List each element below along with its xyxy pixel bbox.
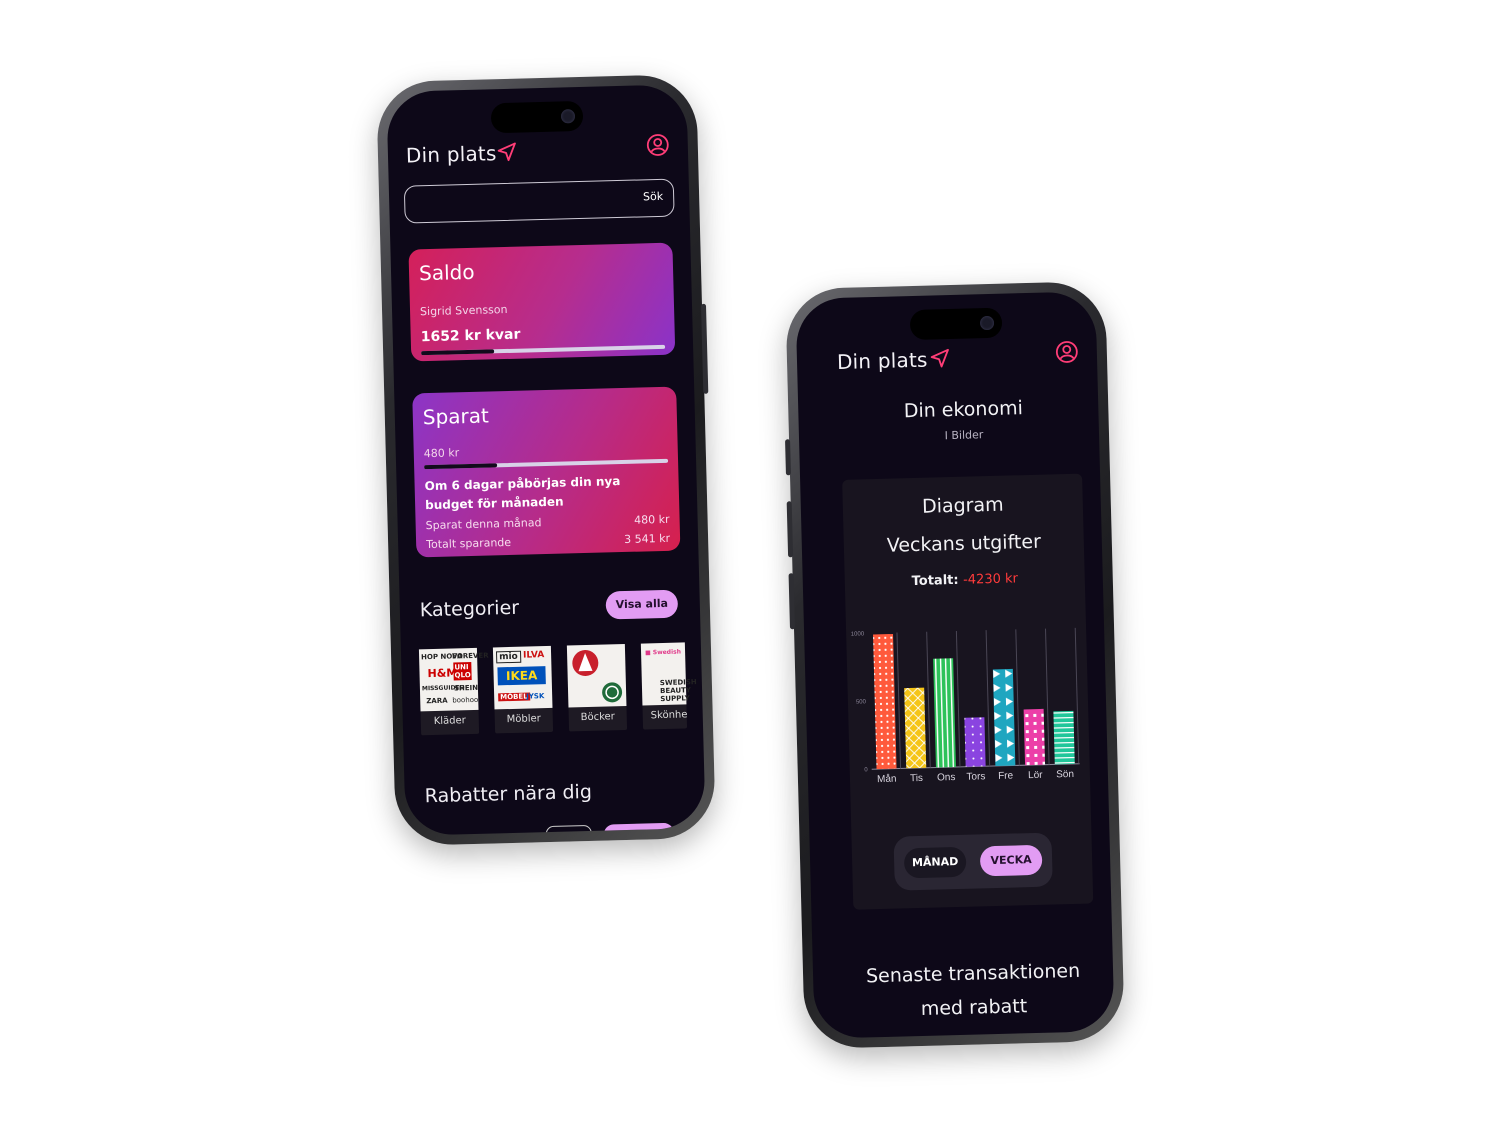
- weekly-expenses-chart: 0 500 1000 Mån Tis Ons Tors Fre Lör Sön: [851, 627, 1080, 786]
- discount-filter-button[interactable]: [545, 824, 593, 836]
- discounts-title: Rabatter nära dig: [424, 780, 593, 808]
- latest-transaction-title: Senaste transaktionen med rabatt: [833, 953, 1115, 1028]
- month-toggle-button[interactable]: MÅNAD: [903, 846, 967, 879]
- economy-title: Din ekonomi: [903, 397, 1024, 423]
- bar-lör: [1023, 708, 1046, 766]
- saved-total-label: Totalt sparande: [426, 535, 512, 552]
- navigation-arrow-icon[interactable]: [929, 347, 952, 370]
- x-tick-label: Tors: [966, 771, 985, 782]
- week-toggle-button[interactable]: VECKA: [979, 844, 1043, 877]
- economy-screen: Din plats Din ekonomi I Bilder Diagram V…: [795, 291, 1115, 1039]
- weekly-total: Totalt: -4230 kr: [845, 570, 1085, 591]
- bar-sön: [1053, 710, 1075, 765]
- location-title: Din plats: [405, 141, 497, 168]
- bar-tis: [904, 687, 927, 769]
- category-label: Kläder: [433, 715, 466, 728]
- discount-map-button[interactable]: [603, 822, 675, 836]
- bar-mån: [873, 633, 897, 770]
- saved-total-row: Totalt sparande 3 541 kr: [426, 532, 670, 551]
- chart-panel-subtitle: Veckans utgifter: [886, 530, 1042, 557]
- category-label: Möbler: [506, 713, 541, 726]
- saldo-title: Saldo: [418, 259, 475, 286]
- grid-line: [955, 630, 961, 767]
- sparat-progress-bar: [424, 458, 669, 470]
- budget-message: Om 6 dagar påbörjas din nya budget för m…: [424, 474, 621, 513]
- x-tick-label: Sön: [1056, 769, 1074, 780]
- header: Din plats: [405, 129, 670, 176]
- category-beauty[interactable]: ■ Swedish SWEDISH BEAUTY SUPPLY Skönhe: [640, 642, 697, 730]
- home-screen: Din plats Sök Saldo Sigrid Svensson 1652…: [386, 84, 706, 836]
- total-value: -4230 kr: [962, 571, 1019, 588]
- show-all-button[interactable]: Visa alla: [605, 589, 679, 620]
- chart-panel: Diagram Veckans utgifter Totalt: -4230 k…: [842, 473, 1094, 910]
- x-tick-label: Mån: [877, 773, 897, 786]
- saldo-card[interactable]: Saldo Sigrid Svensson 1652 kr kvar: [408, 242, 676, 362]
- sparat-amount: 480 kr: [423, 446, 460, 461]
- search-input[interactable]: [414, 186, 630, 217]
- header: Din plats: [837, 336, 1080, 382]
- saldo-progress-bar: [421, 344, 666, 356]
- clothes-logos: HOP NOVA FOREVER H&M UNI QLO MISSGUIDED S…: [418, 647, 489, 712]
- bar-tors: [964, 717, 986, 767]
- books-logos: [566, 643, 627, 708]
- categories-title: Kategorier: [419, 596, 520, 622]
- grid-line: [1074, 627, 1080, 764]
- saved-month-value: 480 kr: [634, 512, 670, 527]
- x-tick-label: Tis: [910, 773, 923, 784]
- y-tick-label: 0: [864, 767, 868, 773]
- location-title: Din plats: [836, 347, 928, 374]
- chart-panel-title: Diagram: [921, 493, 1004, 518]
- action-button: [785, 439, 791, 476]
- user-circle-icon[interactable]: [1055, 340, 1080, 365]
- bar-fre: [992, 668, 1016, 766]
- saved-month-label: Sparat denna månad: [425, 516, 542, 533]
- category-books[interactable]: Böcker: [566, 643, 628, 732]
- beauty-logos: ■ Swedish SWEDISH BEAUTY SUPPLY: [640, 642, 697, 706]
- sparat-title: Sparat: [422, 403, 490, 430]
- power-button: [700, 303, 709, 394]
- period-toggle: MÅNAD VECKA: [893, 832, 1053, 891]
- saldo-progress-fill: [421, 349, 495, 356]
- category-label: Skönhe: [650, 709, 688, 722]
- search-bar: Sök: [403, 178, 675, 224]
- navigation-arrow-icon[interactable]: [496, 141, 519, 164]
- sparat-card[interactable]: Sparat 480 kr Om 6 dagar påbörjas din ny…: [412, 386, 681, 558]
- sparat-progress-fill: [424, 463, 498, 470]
- x-tick-label: Lör: [1028, 770, 1043, 781]
- dynamic-island: [909, 307, 1003, 341]
- volume-down-button: [788, 573, 796, 630]
- x-tick-label: Fre: [998, 771, 1014, 782]
- bookstore-logo-icon: [572, 650, 623, 703]
- phone-right: Din plats Din ekonomi I Bilder Diagram V…: [785, 280, 1125, 1050]
- dynamic-island: [490, 100, 584, 134]
- saved-month-row: Sparat denna månad 480 kr: [426, 513, 670, 532]
- category-label: Böcker: [580, 711, 615, 724]
- saldo-remaining: 1652 kr kvar: [420, 326, 521, 346]
- search-button[interactable]: Sök: [643, 190, 663, 204]
- y-tick-label: 1000: [851, 631, 865, 637]
- grid-line: [896, 632, 902, 769]
- total-label: Totalt:: [911, 572, 959, 590]
- saldo-owner: Sigrid Svensson: [419, 302, 508, 319]
- grid-line: [1045, 628, 1050, 765]
- furniture-logos: mio ILVA IKEA MÖBEL JYSK: [492, 645, 553, 710]
- x-tick-label: Ons: [937, 772, 956, 783]
- volume-up-button: [786, 501, 794, 558]
- phone-left: Din plats Sök Saldo Sigrid Svensson 1652…: [376, 73, 716, 847]
- user-circle-icon[interactable]: [645, 133, 670, 158]
- y-tick-label: 500: [856, 699, 867, 705]
- grid-line: [1015, 629, 1020, 766]
- category-furniture[interactable]: mio ILVA IKEA MÖBEL JYSK Möbler: [492, 645, 554, 734]
- bar-ons: [933, 658, 956, 768]
- grid-line: [926, 631, 931, 768]
- economy-subtitle: I Bilder: [944, 428, 984, 443]
- category-clothes[interactable]: HOP NOVA FOREVER H&M UNI QLO MISSGUIDED S…: [418, 647, 489, 736]
- grid-line: [985, 630, 991, 767]
- saved-total-value: 3 541 kr: [624, 531, 671, 546]
